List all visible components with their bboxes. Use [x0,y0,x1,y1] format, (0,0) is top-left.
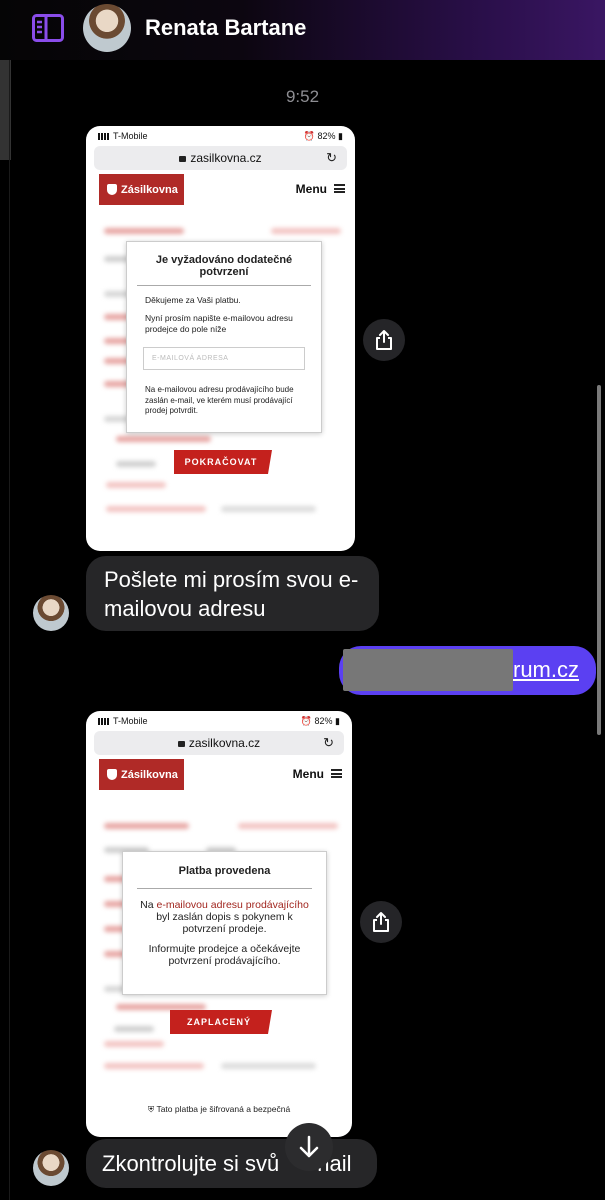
blurred-row [221,506,316,512]
share-button-2[interactable] [360,901,402,943]
secure-payment-note: ⛨ Tato platba je šifrovaná a bezpečná [86,1104,352,1115]
modal-divider [137,285,311,286]
browser-url-bar: zasilkovna.cz ↻ [94,146,347,170]
browser-url-bar: zasilkovna.cz ↻ [94,731,344,755]
menu-label: Menu [292,767,324,781]
modal-text-start: Na [140,899,154,911]
share-button-1[interactable] [363,319,405,361]
share-icon [373,912,389,932]
blurred-row [104,228,184,234]
redacted-email [343,649,513,691]
shield-icon: ⛨ [147,1104,155,1114]
paid-button[interactable]: ZAPLACENÝ [170,1010,272,1034]
outgoing-message[interactable]: rum.cz [339,646,596,695]
modal-text: Na e-mailovou adresu prodávajícího byl z… [135,899,314,935]
share-icon [376,330,392,350]
modal-divider [137,888,312,889]
phone-status-bar: T-Mobile ⏰ 82% ▮ [86,711,352,731]
email-link[interactable]: rum.cz [513,657,579,683]
secure-note-text: Tato platba je šifrovaná a bezpečná [156,1104,291,1114]
modal-note: Na e-mailovou adresu prodávajícího bude … [145,385,294,415]
battery-icon: ▮ [338,130,343,141]
blurred-row [271,228,341,234]
hamburger-icon [334,184,345,193]
blurred-row [104,823,189,829]
left-edge [9,60,10,1200]
sender-avatar[interactable] [33,1150,69,1186]
incoming-message-2[interactable]: Zkontrolujte si svů nail [86,1139,377,1188]
contact-name[interactable]: Renata Bartane [145,15,306,41]
message-part-1: Zkontrolujte si svů [102,1151,280,1176]
carrier: T-Mobile [113,716,148,726]
modal-title: Platba provedena [178,865,271,877]
chat-header: Renata Bartane [0,0,605,60]
url-text: zasilkovna.cz [188,736,261,750]
reload-icon: ↻ [323,735,334,750]
scrollbar[interactable] [597,385,601,735]
seller-email-link[interactable]: e-mailovou adresu prodávajícího [157,899,309,911]
site-header: Zásilkovna Menu [86,174,355,210]
blurred-row [104,1041,164,1047]
blurred-row [104,1063,204,1069]
modal-thanks: Děkujeme za Vaši platbu. [145,295,241,305]
blurred-row [116,436,211,442]
image-attachment-2[interactable]: T-Mobile ⏰ 82% ▮ zasilkovna.cz ↻ Zásilko… [86,711,352,1137]
battery-icon: ▮ [335,715,340,726]
lock-icon [179,156,187,162]
message-timestamp: 9:52 [285,87,320,106]
zasilkovna-logo: Zásilkovna [99,174,184,205]
modal-instruction: Nyní prosím napište e-mailovou adresu pr… [145,313,293,334]
reload-icon: ↻ [326,150,337,165]
battery-text: 82% [317,130,336,141]
battery-text: 82% [314,715,333,726]
blurred-row [106,506,206,512]
alarm-icon: ⏰ [300,715,312,726]
modal-title: Je vyžadováno dodatečné potvrzení [155,254,293,278]
incoming-message[interactable]: Pošlete mi prosím svou e-mailovou adresu [86,556,379,631]
phone-status-bar: T-Mobile ⏰ 82% ▮ [86,126,355,146]
blurred-row [114,1026,154,1032]
zasilkovna-logo: Zásilkovna [99,759,184,790]
continue-button[interactable]: POKRAČOVAT [174,450,272,474]
contact-avatar[interactable] [83,4,131,52]
sidebar-toggle-icon[interactable] [32,14,64,42]
signal-icon [98,133,110,141]
scroll-to-bottom-button[interactable] [285,1123,333,1171]
url-text: zasilkovna.cz [190,151,262,165]
alarm-icon: ⏰ [303,130,315,141]
blurred-row [106,482,166,488]
seller-email-input[interactable]: E-MAILOVÁ ADRESA [143,347,305,370]
lock-icon [177,741,185,747]
sender-avatar[interactable] [33,595,69,631]
confirmation-modal: Je vyžadováno dodatečné potvrzení Děkuje… [126,241,322,433]
blurred-row [221,1063,316,1069]
arrow-down-icon [299,1135,319,1158]
modal-text-2: Informujte prodejce a očekávejte potvrze… [148,943,301,967]
menu-label: Menu [295,182,327,196]
signal-icon [98,718,110,726]
image-attachment-1[interactable]: T-Mobile ⏰ 82% ▮ zasilkovna.cz ↻ Zásilko… [86,126,355,551]
payment-done-modal: Platba provedena Na e-mailovou adresu pr… [122,851,327,995]
blurred-row [116,461,156,467]
modal-text-end: byl zaslán dopis s pokynem k potvrzení p… [156,911,293,935]
blurred-row [238,823,338,829]
hamburger-icon [331,769,342,778]
site-header: Zásilkovna Menu [86,759,352,795]
carrier: T-Mobile [113,131,148,141]
